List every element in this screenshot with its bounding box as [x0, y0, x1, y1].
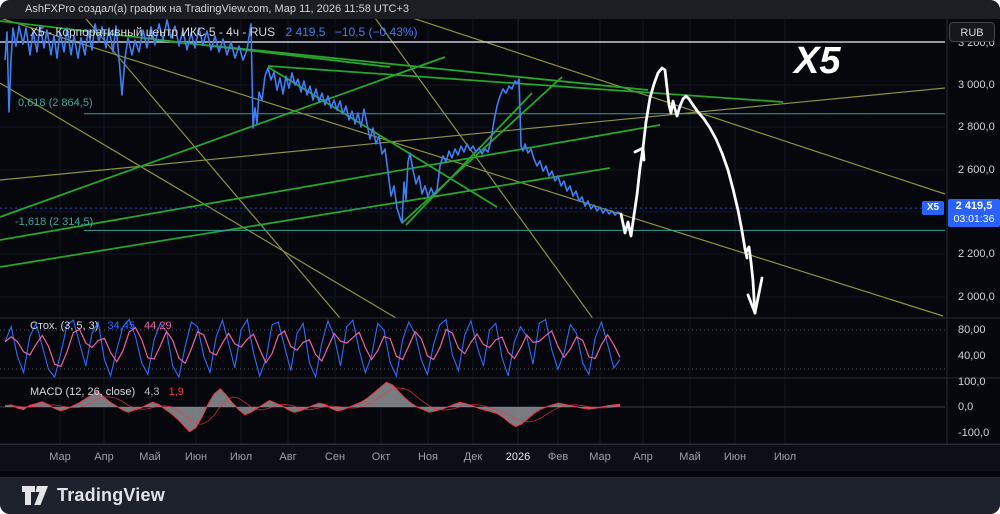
price-line[interactable] [4, 19, 622, 224]
time-axis-month-label: Мар [49, 451, 71, 463]
tradingview-logo[interactable]: TradingView [22, 485, 165, 506]
share-attribution-bar: AshFXPro создал(а) график на TradingView… [0, 0, 1000, 19]
tradingview-logo-text: TradingView [57, 485, 165, 505]
price-axis-tick: 2 200,0 [958, 248, 995, 260]
time-axis-month-label: Июн [184, 451, 208, 463]
tradingview-logo-icon [22, 485, 48, 505]
time-axis-month-label: Июл [229, 451, 253, 463]
stoch-axis-tick: 40,00 [958, 350, 986, 362]
stochastic-pane-legend[interactable]: Стох. (3, 5, 3) 34,45 44,29 [30, 320, 172, 332]
time-axis-month-label: Апр [94, 451, 114, 463]
green-trendline[interactable] [401, 76, 563, 224]
olive-trendline[interactable] [0, 82, 397, 318]
macd-axis-tick: 0,0 [958, 401, 974, 413]
price-axis-tick: 2 000,0 [958, 291, 995, 303]
projection-arrow-head [753, 276, 764, 315]
macd-pane-legend[interactable]: MACD (12, 26, close) 4,3 1,9 [30, 386, 184, 398]
macd-value-1: 4,3 [144, 386, 160, 398]
stochastic-d-value: 44,29 [144, 320, 172, 332]
time-axis-month-label: Июл [773, 451, 797, 463]
time-axis-month-label: Фев [547, 451, 569, 463]
time-axis-month-label: Ноя [417, 451, 439, 463]
legend-change: −10,5 (−0,43%) [334, 25, 418, 39]
price-axis-tick: 3 000,0 [958, 79, 995, 91]
fib-level-label-0618[interactable]: 0,618 (2 864,5) [18, 97, 93, 109]
time-axis-month-label: Апр [633, 451, 653, 463]
bar-countdown: 03:01:36 [953, 213, 995, 225]
stochastic-label[interactable]: Стох. (3, 5, 3) [30, 320, 98, 332]
projection-arrow-head [641, 146, 646, 162]
stochastic-k-value: 34,45 [107, 320, 135, 332]
price-axis-tick: 2 600,0 [958, 164, 995, 176]
legend-last-price: 2 419,5 [285, 25, 326, 39]
time-axis-month-label: Мар [589, 451, 611, 463]
olive-trendline[interactable] [70, 0, 341, 318]
time-axis-month-label: Окт [371, 451, 391, 463]
symbol-legend[interactable]: Х5 - Корпоративный центр ИКС 5 - 4ч - RU… [30, 25, 418, 39]
stoch-axis-tick: 80,00 [958, 324, 986, 336]
tradingview-chart-window: AshFXPro создал(а) график на TradingView… [0, 0, 1000, 514]
chart-canvas[interactable] [0, 0, 1000, 514]
legend-title[interactable]: Х5 - Корпоративный центр ИКС 5 - 4ч - RU… [30, 25, 275, 39]
attribution-text: AshFXPro создал(а) график на TradingView… [25, 3, 410, 15]
time-axis-month-label: Май [139, 451, 161, 463]
time-axis-month-label: Авг [279, 451, 297, 463]
time-axis-month-label: Сен [324, 451, 346, 463]
current-price-axis-label: 2 419,5 03:01:36 [948, 199, 1000, 227]
macd-value-2: 1,9 [168, 386, 184, 398]
macd-label[interactable]: MACD (12, 26, close) [30, 386, 135, 398]
olive-trendline[interactable] [362, 0, 594, 320]
tradingview-footer-bar: TradingView [0, 477, 1000, 514]
macd-axis-tick: 100,0 [958, 376, 986, 388]
macd-axis-tick: -100,0 [958, 427, 990, 439]
green-trendline[interactable] [267, 65, 784, 103]
stoch-d-line [4, 326, 621, 368]
fib-level-label-neg1618[interactable]: -1,618 (2 314,5) [15, 216, 93, 228]
time-axis-year-label: 2026 [505, 451, 531, 463]
price-line-symbol-badge: X5 [922, 201, 944, 215]
time-axis-month-label: Июн [723, 451, 747, 463]
current-price-value: 2 419,5 [955, 200, 993, 212]
currency-toggle-button[interactable]: RUB [949, 22, 995, 42]
symbol-watermark: X5 [794, 40, 841, 82]
time-axis-month-label: Дек [463, 451, 483, 463]
time-axis[interactable]: Мар Апр Май Июн Июл Авг Сен Окт Ноя Дек 2026 Фев Мар… [0, 444, 1000, 472]
price-axis-tick: 2 800,0 [958, 121, 995, 133]
time-axis-month-label: Май [679, 451, 701, 463]
